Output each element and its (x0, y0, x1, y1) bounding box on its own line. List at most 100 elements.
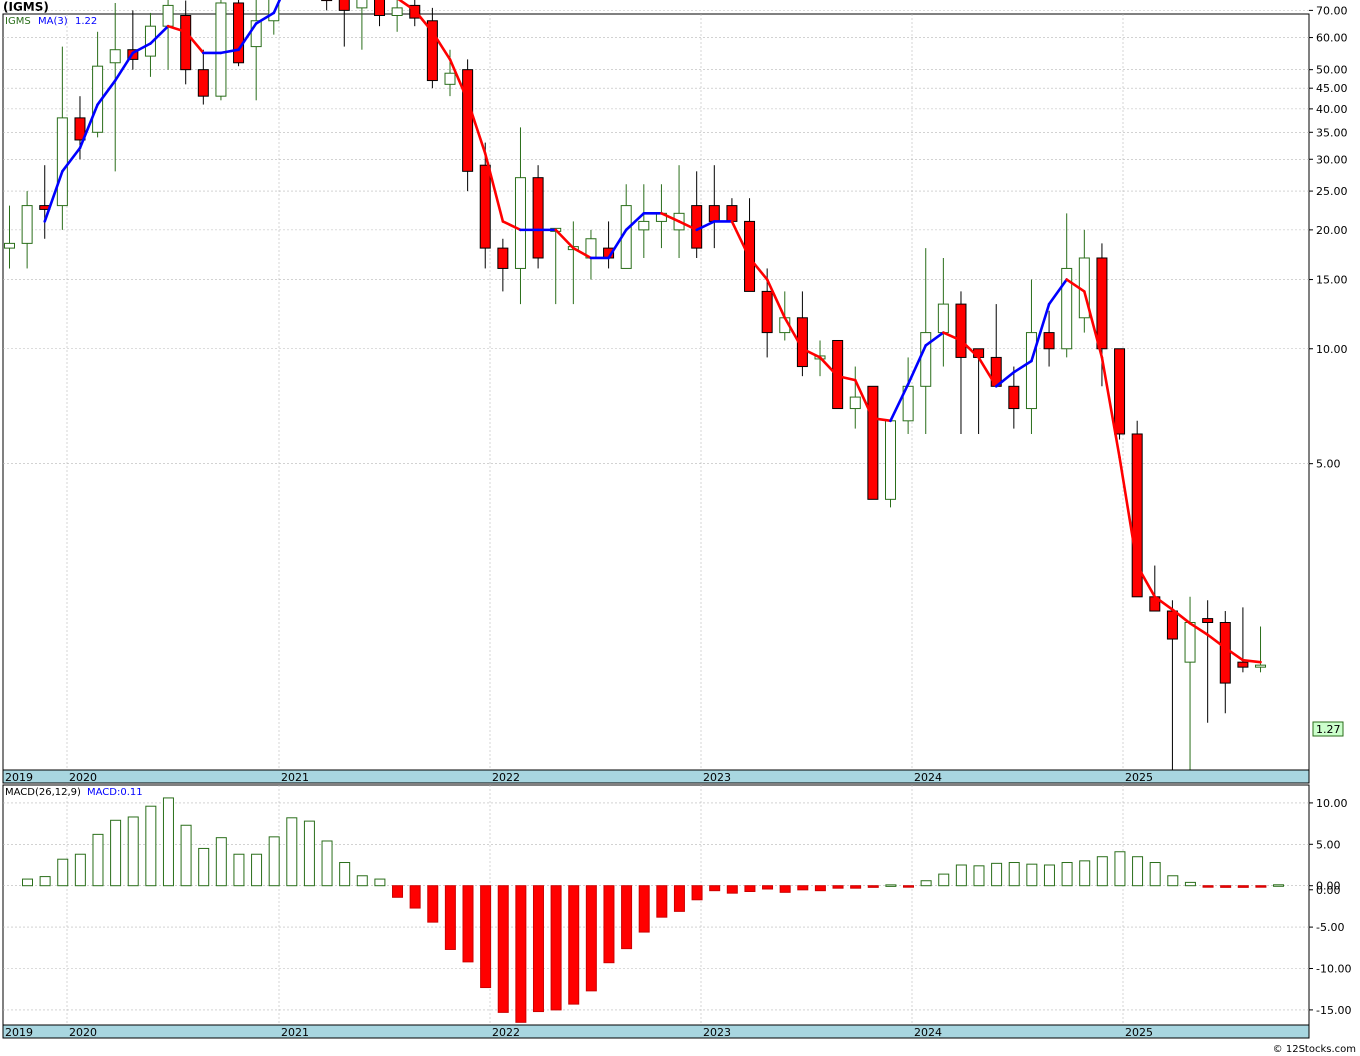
macd-bar (321, 840, 333, 887)
candle-body (1043, 332, 1055, 350)
macd-bar (374, 878, 386, 887)
candle-body (497, 247, 509, 269)
last-price-badge-text: 1.27 (1316, 723, 1341, 736)
macd-bar (1061, 862, 1073, 887)
candle-body (56, 117, 68, 207)
macd-bar (1132, 856, 1144, 887)
macd-bar (1114, 851, 1126, 887)
macd-bar (568, 885, 580, 1005)
macd-x-tick-label: 2019 (5, 1026, 33, 1039)
macd-tick-label: 0.00 (1316, 880, 1341, 893)
price-x-tick-label: 2022 (492, 771, 520, 784)
macd-tick-label: -5.00 (1316, 921, 1344, 934)
macd-legend-value: MACD:0.11 (87, 787, 143, 798)
macd-x-tick-label: 2021 (281, 1026, 309, 1039)
macd-bar (1026, 863, 1038, 887)
candle-body (1025, 332, 1037, 410)
macd-bar (251, 853, 263, 887)
candle-body (426, 20, 438, 82)
candle-body (462, 69, 474, 172)
chart-title: (IGMS) (3, 0, 49, 14)
macd-legend-name: MACD(26,12,9) (5, 787, 81, 798)
candle-body (391, 7, 403, 16)
macd-bar (286, 817, 298, 887)
price-x-axis-strip (2, 769, 1310, 784)
candle (867, 385, 879, 500)
candle-body (374, 0, 386, 16)
macd-bar (1220, 885, 1232, 888)
macd-bar (621, 885, 633, 950)
macd-x-tick-label: 2025 (1125, 1026, 1153, 1039)
macd-bar (850, 885, 862, 889)
macd-bar (233, 853, 245, 887)
last-price-badge: 1.27 (1312, 721, 1344, 737)
price-tick-label: 20.00 (1316, 224, 1348, 237)
macd-bar (991, 862, 1003, 887)
macd-bar (1273, 884, 1285, 887)
macd-bar (22, 878, 33, 887)
price-tick-label: 25.00 (1316, 185, 1348, 198)
candle-body (1255, 664, 1267, 668)
macd-bar (762, 885, 774, 890)
legend-symbol: IGMS (5, 16, 31, 27)
macd-bar (39, 876, 51, 887)
candle-body (638, 220, 650, 231)
macd-bar (515, 885, 527, 1023)
macd-x-tick-label: 2020 (69, 1026, 97, 1039)
macd-tick-label: -15.00 (1316, 1004, 1351, 1017)
macd-x-tick-label: 2024 (914, 1026, 942, 1039)
macd-bar (1149, 862, 1161, 887)
macd-bar (885, 884, 897, 887)
candle-body (356, 0, 368, 9)
macd-panel-frame (2, 784, 1310, 1026)
macd-bar (339, 862, 351, 887)
candle-body (1166, 610, 1178, 640)
candle-body (955, 303, 967, 358)
candle-body (708, 205, 720, 222)
candle-body (1202, 618, 1214, 623)
macd-bar (867, 885, 879, 888)
macd-bar (585, 885, 597, 992)
macd-bar (744, 885, 756, 892)
macd-bar (973, 865, 985, 887)
macd-bar (638, 885, 650, 933)
macd-bar (903, 885, 914, 888)
macd-bar (162, 797, 174, 887)
candle-body (338, 0, 350, 11)
macd-bar (832, 885, 844, 889)
macd-bar (1184, 881, 1196, 887)
macd-bar (532, 885, 544, 1013)
macd-bar (268, 836, 280, 887)
candle-body (233, 2, 245, 64)
macd-bar (691, 885, 703, 901)
macd-bar (74, 853, 86, 887)
price-tick-label: 30.00 (1316, 153, 1348, 166)
macd-bar (356, 875, 368, 887)
price-panel-frame (2, 13, 1310, 771)
candle (885, 420, 896, 508)
macd-bar (797, 885, 809, 891)
candle (215, 0, 227, 101)
candle-body (1184, 621, 1196, 663)
macd-bar (709, 885, 721, 892)
legend-ma-value: 1.22 (75, 16, 97, 27)
candle-body (920, 332, 932, 387)
candle (233, 0, 245, 67)
candle-body (162, 4, 174, 27)
macd-bar (444, 885, 456, 950)
price-tick-label: 70.00 (1316, 4, 1348, 17)
macd-bar (1096, 856, 1108, 887)
macd-bar (127, 816, 139, 887)
candle-body (21, 205, 33, 244)
candle-body (1114, 348, 1126, 435)
candle-body (197, 69, 209, 97)
legend-ma: MA(3) (38, 16, 68, 27)
candle-body (1008, 385, 1020, 410)
candle-body (849, 396, 861, 410)
macd-bar (938, 873, 950, 887)
macd-bar (779, 885, 791, 893)
candle-body (867, 385, 879, 500)
candle-body (321, 0, 333, 2)
price-x-tick-label: 2023 (703, 771, 731, 784)
candle-body (885, 420, 896, 500)
